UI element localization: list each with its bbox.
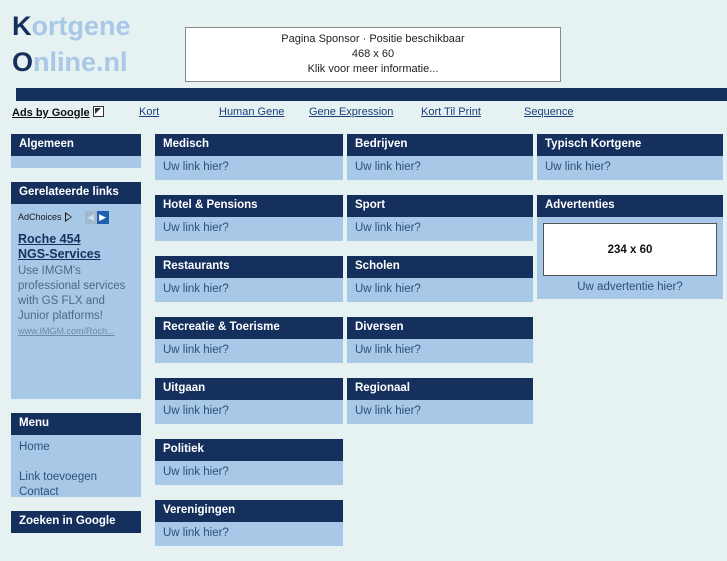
sponsor-line-3: Klik voor meer informatie... (307, 63, 439, 75)
category-link-placeholder[interactable]: Uw link hier? (347, 278, 533, 302)
menu-item-link-toevoegen[interactable]: Link toevoegen (19, 470, 133, 485)
category-verenigingen: Verenigingen Uw link hier? (155, 500, 343, 546)
category-restaurants: Restaurants Uw link hier? (155, 256, 343, 302)
nav-link-gene-expression[interactable]: Gene Expression (309, 106, 393, 118)
ads-nav-strip: Ads by Google Kort Human Gene Gene Expre… (0, 104, 727, 126)
page-header: Kortgene Online.nl Pagina Sponsor · Posi… (0, 0, 727, 86)
category-link-placeholder[interactable]: Uw link hier? (347, 156, 533, 180)
ad-prev-arrow-icon[interactable]: ◀ (84, 210, 97, 224)
advertenties-slot[interactable]: 234 x 60 (543, 223, 717, 276)
category-hotel-pensions: Hotel & Pensions Uw link hier? (155, 195, 343, 241)
category-link-placeholder[interactable]: Uw link hier? (347, 217, 533, 241)
sidebar-block-algemeen: Algemeen (11, 134, 141, 168)
nav-link-human-gene[interactable]: Human Gene (219, 106, 284, 118)
menu-spacer (19, 455, 133, 470)
sidebar-block-zoeken-in-google: Zoeken in Google (11, 511, 141, 533)
sidebar-ad-description: Use IMGM's professional services with GS… (18, 265, 126, 322)
category-regionaal: Regionaal Uw link hier? (347, 378, 533, 424)
sidebar-ad-panel: AdChoices ◀ ▶ Roche 454 NGS-Services Use… (11, 204, 141, 399)
category-title: Regionaal (347, 378, 533, 400)
category-title: Scholen (347, 256, 533, 278)
category-title: Bedrijven (347, 134, 533, 156)
category-typisch-kortgene: Typisch Kortgene Uw link hier? (537, 134, 723, 180)
left-sidebar: Algemeen Gerelateerde links AdChoices ◀ … (11, 134, 141, 547)
sidebar-ad-title[interactable]: Roche 454 NGS-Services (18, 232, 134, 262)
sidebar-block-gerelateerde-links: Gerelateerde links AdChoices ◀ ▶ Roche 4… (11, 182, 141, 399)
category-link-placeholder[interactable]: Uw link hier? (155, 522, 343, 546)
sidebar-body-algemeen (11, 156, 141, 168)
sidebar-header-zoeken-in-google: Zoeken in Google (11, 511, 141, 533)
category-sport: Sport Uw link hier? (347, 195, 533, 241)
site-logo[interactable]: Kortgene Online.nl (12, 8, 131, 80)
category-link-placeholder[interactable]: Uw link hier? (155, 400, 343, 424)
sidebar-header-menu: Menu (11, 413, 141, 435)
adchoices-row: AdChoices ◀ ▶ (18, 210, 134, 224)
logo-capital-k: K (12, 11, 32, 41)
category-medisch: Medisch Uw link hier? (155, 134, 343, 180)
advertenties-caption[interactable]: Uw advertentie hier? (543, 276, 717, 293)
adchoices-label[interactable]: AdChoices (18, 212, 62, 222)
header-divider-bar (16, 88, 727, 101)
category-recreatie-toerisme: Recreatie & Toerisme Uw link hier? (155, 317, 343, 363)
category-uitgaan: Uitgaan Uw link hier? (155, 378, 343, 424)
category-link-placeholder[interactable]: Uw link hier? (347, 339, 533, 363)
category-title: Medisch (155, 134, 343, 156)
category-link-placeholder[interactable]: Uw link hier? (155, 156, 343, 180)
category-title: Politiek (155, 439, 343, 461)
category-link-placeholder[interactable]: Uw link hier? (155, 339, 343, 363)
category-link-placeholder[interactable]: Uw link hier? (347, 400, 533, 424)
nav-link-sequence[interactable]: Sequence (524, 106, 574, 118)
category-title: Hotel & Pensions (155, 195, 343, 217)
nav-link-kort-til-print[interactable]: Kort Til Print (421, 106, 481, 118)
sidebar-ad-title-line-1: Roche 454 (18, 232, 81, 246)
logo-capital-o: O (12, 47, 34, 77)
category-column-3: Typisch Kortgene Uw link hier? Advertent… (537, 134, 723, 314)
category-column-1: Medisch Uw link hier? Hotel & Pensions U… (155, 134, 343, 561)
sidebar-menu-body: Home Link toevoegen Contact (11, 435, 141, 500)
advertenties-body: 234 x 60 Uw advertentie hier? (537, 217, 723, 299)
ad-next-arrow-icon[interactable]: ▶ (96, 210, 109, 224)
advertenties-panel: Advertenties 234 x 60 Uw advertentie hie… (537, 195, 723, 299)
category-diversen: Diversen Uw link hier? (347, 317, 533, 363)
category-link-placeholder[interactable]: Uw link hier? (155, 278, 343, 302)
menu-item-home[interactable]: Home (19, 440, 133, 455)
sidebar-header-gerelateerde-links: Gerelateerde links (11, 182, 141, 204)
logo-rest-2: nline.nl (33, 47, 128, 77)
category-title: Restaurants (155, 256, 343, 278)
category-link-placeholder[interactable]: Uw link hier? (537, 156, 723, 180)
category-title: Sport (347, 195, 533, 217)
sidebar-ad-url[interactable]: www.IMGM.com/Roch... (18, 326, 134, 336)
category-link-placeholder[interactable]: Uw link hier? (155, 461, 343, 485)
adchoices-triangle-icon[interactable] (64, 212, 72, 222)
external-link-icon (92, 106, 104, 117)
category-column-2: Bedrijven Uw link hier? Sport Uw link hi… (347, 134, 533, 439)
category-scholen: Scholen Uw link hier? (347, 256, 533, 302)
category-bedrijven: Bedrijven Uw link hier? (347, 134, 533, 180)
sponsor-line-2: 468 x 60 (351, 48, 395, 60)
advertenties-title: Advertenties (537, 195, 723, 217)
menu-item-contact[interactable]: Contact (19, 485, 133, 500)
sidebar-header-algemeen: Algemeen (11, 134, 141, 156)
category-politiek: Politiek Uw link hier? (155, 439, 343, 485)
nav-link-kort[interactable]: Kort (139, 106, 159, 118)
ad-carousel-arrows: ◀ ▶ (84, 210, 109, 224)
ads-by-google-label[interactable]: Ads by Google (12, 106, 104, 119)
logo-rest-1: ortgene (31, 11, 131, 41)
logo-line-1: Kortgene (12, 11, 131, 41)
sponsor-line-1: Pagina Sponsor · Positie beschikbaar (281, 33, 465, 45)
category-title: Diversen (347, 317, 533, 339)
category-title: Typisch Kortgene (537, 134, 723, 156)
category-title: Recreatie & Toerisme (155, 317, 343, 339)
logo-line-2: Online.nl (12, 44, 131, 80)
category-title: Verenigingen (155, 500, 343, 522)
sidebar-block-menu: Menu Home Link toevoegen Contact (11, 413, 141, 500)
category-title: Uitgaan (155, 378, 343, 400)
ads-by-google-text: Ads by Google (12, 107, 90, 119)
sponsor-banner[interactable]: Pagina Sponsor · Positie beschikbaar 468… (185, 27, 561, 82)
sidebar-ad-title-line-2: NGS-Services (18, 247, 101, 261)
category-link-placeholder[interactable]: Uw link hier? (155, 217, 343, 241)
